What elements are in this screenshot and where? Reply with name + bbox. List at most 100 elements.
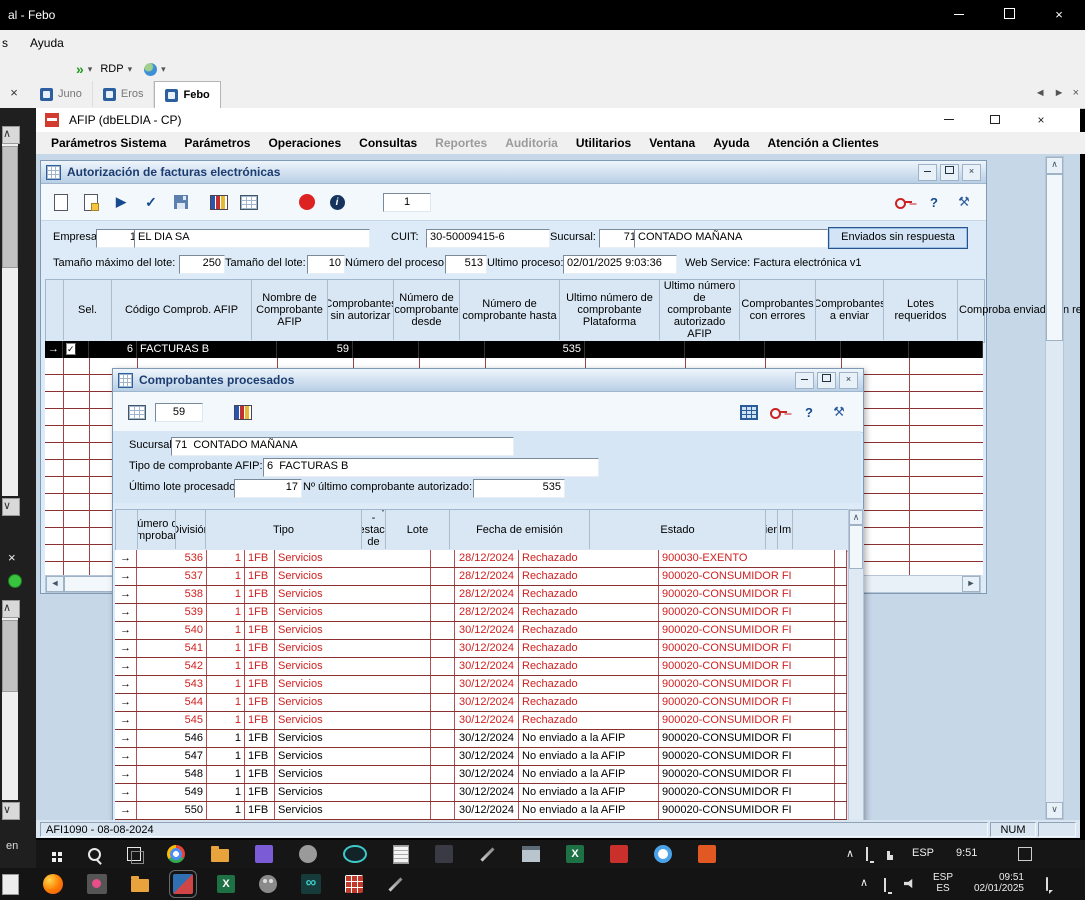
table-row[interactable]: → 538 1 1FB Servicios 28/12/2024 Rechaza… — [115, 586, 847, 604]
column-header[interactable]: Fecha de emisión — [450, 510, 590, 549]
rdp-active-icon[interactable] — [173, 874, 193, 894]
process-counter-field[interactable]: 1 — [383, 193, 431, 212]
books-button[interactable] — [231, 400, 255, 424]
scroll-down-icon[interactable]: ∨ — [1046, 802, 1063, 819]
menu-item-cropped[interactable]: s — [2, 30, 8, 57]
tipo-field[interactable]: 6 FACTURAS B — [263, 458, 599, 477]
help-button[interactable]: ? — [797, 400, 821, 424]
column-header[interactable]: Lote — [386, 510, 450, 549]
column-header[interactable]: Ultimo número de comprobante autorizado … — [660, 280, 740, 340]
scroll-up-icon[interactable]: ∧ — [2, 600, 20, 618]
table-row[interactable]: → 547 1 1FB Servicios 30/12/2024 No envi… — [115, 748, 847, 766]
tray-chevron-icon[interactable]: ∧ — [860, 878, 868, 889]
menu-item[interactable]: Ayuda — [704, 132, 758, 154]
column-header[interactable]: Ultimo número de comprobante Plataforma — [560, 280, 660, 340]
tab-scroll-right-icon[interactable]: ► — [1054, 87, 1065, 99]
table-row[interactable]: → 542 1 1FB Servicios 30/12/2024 Rechaza… — [115, 658, 847, 676]
checkbox-checked-icon[interactable]: ✓ — [66, 343, 76, 355]
cancel-button[interactable] — [295, 190, 319, 214]
menu-item[interactable]: Atención a Clientes — [758, 132, 887, 154]
minimize-button[interactable] — [795, 372, 814, 389]
column-header[interactable]: Número de comprobante hasta — [460, 280, 560, 340]
tools-button[interactable]: ⚒ — [827, 400, 851, 424]
ultimo-lote-field[interactable]: 17 — [234, 479, 302, 498]
column-header[interactable]: Concepto - Prestación de servicios — [362, 510, 386, 549]
column-header[interactable]: Im — [778, 510, 793, 549]
afip-restore-button[interactable] — [972, 108, 1018, 132]
tray-chevron-icon[interactable]: ∧ — [846, 847, 854, 860]
host-close-button[interactable]: × — [1035, 0, 1083, 30]
column-header[interactable]: Comprobantes sin autorizar — [328, 280, 394, 340]
validate-button[interactable]: ✓ — [139, 190, 163, 214]
properties-button[interactable] — [79, 190, 103, 214]
enviados-sin-respuesta-button[interactable]: Enviados sin respuesta — [828, 227, 968, 249]
afip-minimize-button[interactable] — [926, 108, 972, 132]
panel-close-icon[interactable]: × — [8, 550, 16, 565]
column-header[interactable]: Número de comprobante — [138, 510, 176, 549]
table-row[interactable]: → 548 1 1FB Servicios 30/12/2024 No envi… — [115, 766, 847, 784]
key-button[interactable] — [767, 400, 791, 424]
scroll-up-icon[interactable]: ∧ — [2, 126, 20, 144]
table-row[interactable]: → 536 1 1FB Servicios 28/12/2024 Rechaza… — [115, 550, 847, 568]
table-row[interactable]: → 543 1 1FB Servicios 30/12/2024 Rechaza… — [115, 676, 847, 694]
tools-button[interactable]: ⚒ — [952, 190, 976, 214]
search-icon[interactable] — [88, 848, 101, 861]
sucursal-field[interactable]: 71 CONTADO MAÑANA — [171, 437, 514, 456]
table-row[interactable]: → ✓ 6 FACTURAS B 59 535 — [45, 341, 983, 358]
menu-item[interactable]: Reportes — [426, 132, 496, 154]
restore-button[interactable] — [940, 164, 959, 181]
column-header[interactable]: Tipo — [206, 510, 362, 549]
save-button[interactable] — [169, 190, 193, 214]
column-header[interactable]: Comprobantes a enviar — [816, 280, 884, 340]
sucursal-name-field[interactable]: CONTADO MAÑANA — [634, 229, 828, 248]
dropdown-icon[interactable]: ▾ — [161, 64, 166, 75]
app-red-icon[interactable] — [610, 845, 628, 863]
column-header[interactable]: Nombre de Comprobante AFIP — [252, 280, 328, 340]
scrollbar-thumb[interactable] — [2, 146, 18, 268]
menu-item[interactable]: Ventana — [640, 132, 704, 154]
start-icon[interactable] — [52, 852, 56, 856]
table-button[interactable] — [737, 400, 761, 424]
vertical-scrollbar[interactable]: ∧ — [848, 509, 864, 820]
tam-max-field[interactable]: 250 — [179, 255, 225, 274]
scrollbar-thumb[interactable] — [2, 620, 18, 692]
chrome-blue-icon[interactable] — [654, 845, 672, 863]
restore-button[interactable] — [817, 372, 836, 389]
firefox-icon[interactable] — [43, 874, 63, 894]
scroll-left-icon[interactable]: ◄ — [46, 576, 64, 592]
pen2-icon[interactable] — [388, 877, 402, 891]
close-button[interactable]: × — [839, 372, 858, 389]
scrollbar-track[interactable] — [2, 618, 18, 800]
tray-clock[interactable]: 9:51 — [956, 847, 977, 859]
export-grid-button[interactable] — [125, 400, 149, 424]
tab[interactable]: Febo — [154, 81, 220, 108]
count-field[interactable]: 59 — [155, 403, 203, 422]
menu-item[interactable]: Auditoria — [496, 132, 567, 154]
chrome-icon[interactable] — [167, 845, 185, 863]
menu-item[interactable]: Parámetros — [175, 132, 259, 154]
books-button[interactable] — [207, 190, 231, 214]
pen-app-icon[interactable] — [480, 847, 494, 861]
num-proceso-field[interactable]: 513 — [445, 255, 487, 274]
column-header[interactable]: Cliente — [766, 510, 778, 549]
excel-icon[interactable] — [566, 845, 584, 863]
doc-partial-icon[interactable] — [2, 874, 19, 895]
app-gray-icon[interactable] — [299, 845, 317, 863]
table-row[interactable]: → 549 1 1FB Servicios 30/12/2024 No envi… — [115, 784, 847, 802]
export-grid-button[interactable] — [237, 190, 261, 214]
tab-close-button[interactable]: × — [6, 85, 22, 103]
ultimo-autorizado-field[interactable]: 535 — [473, 479, 565, 498]
host-minimize-button[interactable] — [935, 0, 983, 30]
notification-icon[interactable] — [1018, 847, 1032, 861]
scrollbar-thumb[interactable] — [1046, 174, 1063, 341]
column-header[interactable]: División — [176, 510, 206, 549]
scroll-down-icon[interactable]: ∨ — [2, 802, 20, 820]
scroll-right-icon[interactable]: ► — [962, 576, 980, 592]
column-header[interactable]: Número de comprobante desde — [394, 280, 460, 340]
mdi-vertical-scrollbar[interactable]: ∧ ∨ — [1045, 156, 1064, 820]
table-row[interactable]: → 537 1 1FB Servicios 28/12/2024 Rechaza… — [115, 568, 847, 586]
app-orange-icon[interactable] — [698, 845, 716, 863]
dropdown-icon[interactable]: ▾ — [88, 64, 93, 75]
tab-scroll-left-icon[interactable]: ◄ — [1035, 87, 1046, 99]
menu-item[interactable]: Consultas — [350, 132, 426, 154]
